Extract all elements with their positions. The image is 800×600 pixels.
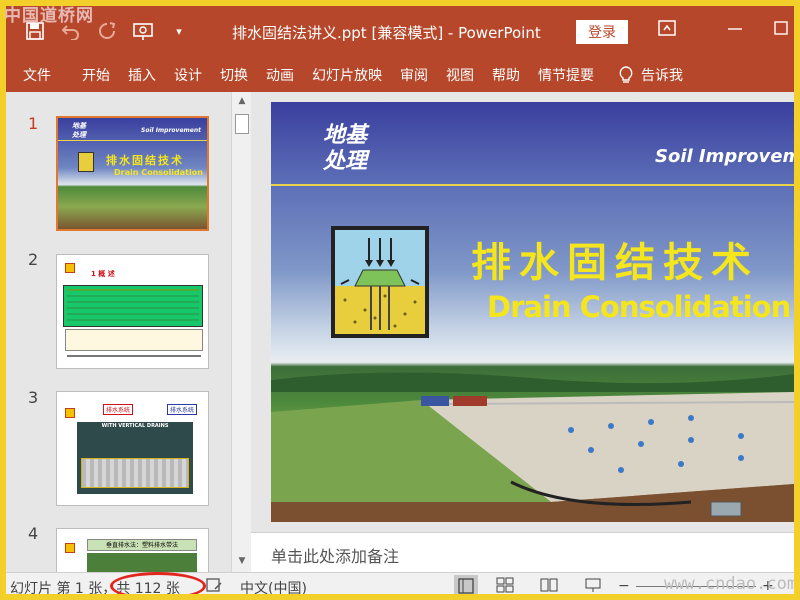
- thumbnail-scrollbar[interactable]: ▲ ▼: [231, 92, 251, 572]
- slide-title-en: Drain Consolidation: [487, 290, 791, 324]
- zoom-out-icon[interactable]: −: [618, 578, 630, 594]
- slide-title-cn: 排水固结技术: [471, 239, 759, 286]
- thumb2-heading: 1 概 述: [91, 270, 115, 278]
- thumb3-label-left: 排水系统: [103, 404, 134, 415]
- customize-toolbar-icon[interactable]: ▾: [168, 20, 190, 42]
- scroll-up-icon[interactable]: ▲: [235, 94, 249, 108]
- slide-header-cn-line1: 地基: [323, 122, 368, 148]
- thumb1-header-cn: 地基 处理: [72, 122, 86, 139]
- reading-view-icon[interactable]: [540, 577, 558, 597]
- document-title: 排水固结法讲义.ppt [兼容模式] - PowerPoint: [232, 24, 541, 42]
- thumb1-header-en: Soil Improvement: [141, 127, 201, 134]
- tab-slideshow[interactable]: 幻灯片放映: [303, 65, 391, 85]
- notes-placeholder[interactable]: 单击此处添加备注: [271, 543, 399, 567]
- tab-file[interactable]: 文件: [23, 65, 60, 85]
- thumbnail-slide-1[interactable]: 地基 处理 Soil Improvement 排水固结技术 Drain Cons…: [56, 116, 209, 231]
- thumbnail-slide-3[interactable]: 排水系统 排水系统 WITH VERTICAL DRAINS: [56, 391, 209, 506]
- thumbnail-slide-2[interactable]: 1 概 述: [56, 254, 209, 369]
- tab-storyboarding[interactable]: 情节提要: [529, 65, 603, 85]
- tab-view[interactable]: 视图: [437, 65, 483, 85]
- slide-header-cn-line2: 处理: [323, 148, 368, 174]
- title-bar: ▾ 排水固结法讲义.ppt [兼容模式] - PowerPoint 登录: [6, 6, 794, 58]
- scroll-down-icon[interactable]: ▼: [235, 554, 249, 568]
- redo-icon[interactable]: [96, 20, 118, 42]
- slide-thumbnails-pane[interactable]: 1 地基 处理 Soil Improvement 排水固结技术 Drain Co…: [6, 92, 231, 572]
- tab-design[interactable]: 设计: [165, 65, 211, 85]
- ribbon-tabs: 文件 开始 插入 设计 切换 动画 幻灯片放映 审阅 视图 帮助 情节提要 告诉…: [6, 58, 794, 92]
- watermark-bottom: www.cndao.com: [664, 574, 798, 594]
- accessibility-icon[interactable]: [206, 577, 222, 597]
- maximize-icon[interactable]: [774, 20, 788, 40]
- slide-header-en: Soil Improvement: [655, 146, 794, 167]
- tab-animations[interactable]: 动画: [257, 65, 303, 85]
- notes-pane[interactable]: 单击此处添加备注: [251, 532, 794, 572]
- tab-insert[interactable]: 插入: [119, 65, 165, 85]
- thumb1-title-cn: 排水固结技术: [106, 154, 184, 167]
- slide-divider: [271, 184, 794, 186]
- drain-diagram-icon: [331, 226, 429, 338]
- construction-site-illustration: [271, 372, 794, 522]
- tab-help[interactable]: 帮助: [483, 65, 529, 85]
- language-indicator[interactable]: 中文(中国): [240, 578, 307, 598]
- tab-review[interactable]: 审阅: [391, 65, 437, 85]
- thumb3-label-right: 排水系统: [167, 404, 198, 415]
- highlight-circle: [110, 572, 206, 600]
- minimize-icon[interactable]: [728, 20, 742, 40]
- thumbnail-number: 1: [28, 114, 39, 133]
- slide-edit-area[interactable]: 地基 处理 Soil Improvement 排水固结技术 Dr: [251, 92, 794, 532]
- normal-view-icon[interactable]: [454, 575, 478, 597]
- slideshow-icon[interactable]: [584, 577, 602, 597]
- thumbnail-number: 4: [28, 524, 39, 543]
- watermark-top: 中国道桥网: [4, 6, 94, 26]
- ribbon-display-options-icon[interactable]: [658, 20, 676, 40]
- thumb4-banner: 垂直排水法：塑料排水带法: [87, 539, 197, 551]
- login-button[interactable]: 登录: [576, 20, 628, 44]
- thumbnail-number: 2: [28, 250, 39, 269]
- current-slide[interactable]: 地基 处理 Soil Improvement 排水固结技术 Dr: [271, 102, 794, 522]
- tell-me-search[interactable]: 告诉我: [641, 65, 692, 85]
- present-from-start-icon[interactable]: [132, 20, 154, 42]
- thumb1-title-en: Drain Consolidation: [114, 168, 203, 177]
- thumb3-banner: WITH VERTICAL DRAINS: [101, 423, 169, 429]
- tab-home[interactable]: 开始: [60, 65, 119, 85]
- thumbnail-number: 3: [28, 388, 39, 407]
- tab-transitions[interactable]: 切换: [211, 65, 257, 85]
- scroll-thumb[interactable]: [235, 114, 249, 134]
- lightbulb-icon[interactable]: [617, 66, 635, 84]
- slide-sorter-icon[interactable]: [496, 577, 514, 597]
- thumbnail-slide-4[interactable]: 垂直排水法：塑料排水带法: [56, 528, 209, 572]
